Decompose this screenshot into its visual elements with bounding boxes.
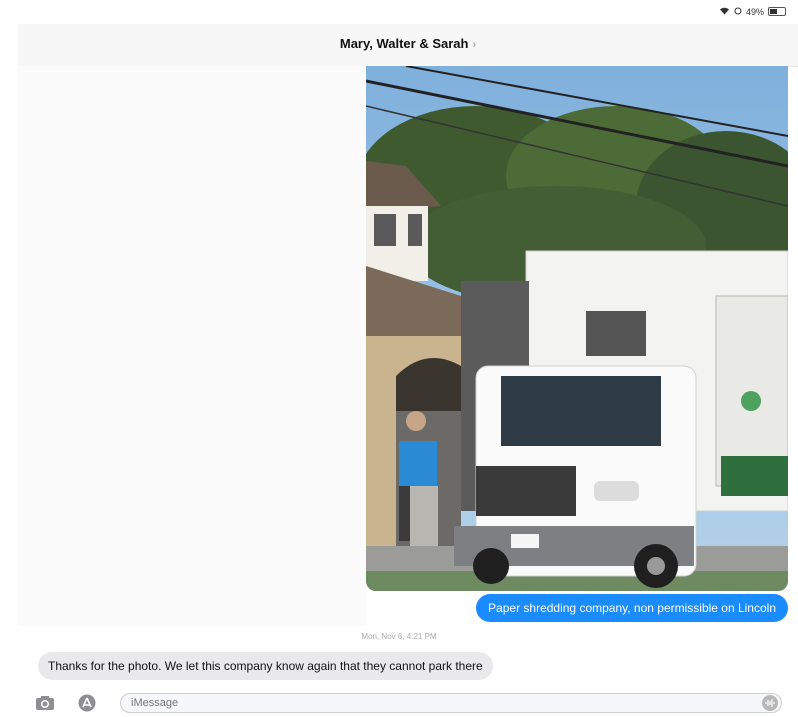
message-input-bar [0,690,798,717]
conversation-title[interactable]: Mary, Walter & Sarah › [18,36,798,51]
chevron-right-icon: › [472,39,477,51]
audio-waveform-icon[interactable] [762,695,778,711]
conversation-background [18,66,366,626]
battery-percent: 49% [745,6,764,17]
photo-attachment[interactable] [366,66,788,591]
status-indicators: 49% [719,6,786,17]
photo-truck-image [366,66,788,591]
camera-icon[interactable] [34,694,56,712]
battery-icon [768,7,786,16]
message-input[interactable] [120,693,782,713]
wifi-icon [719,6,730,17]
received-message-bubble[interactable]: Thanks for the photo. We let this compan… [38,652,493,680]
conversation-title-text: Mary, Walter & Sarah [339,36,469,51]
location-icon [734,7,742,17]
sent-message-bubble[interactable]: Paper shredding company, non permissible… [476,594,788,622]
app-store-icon[interactable] [76,694,98,712]
conversation-header: Mary, Walter & Sarah › [18,24,798,67]
message-timestamp: Mon, Nov 6, 4:21 PM [361,632,437,641]
status-bar: 49% [0,0,798,24]
